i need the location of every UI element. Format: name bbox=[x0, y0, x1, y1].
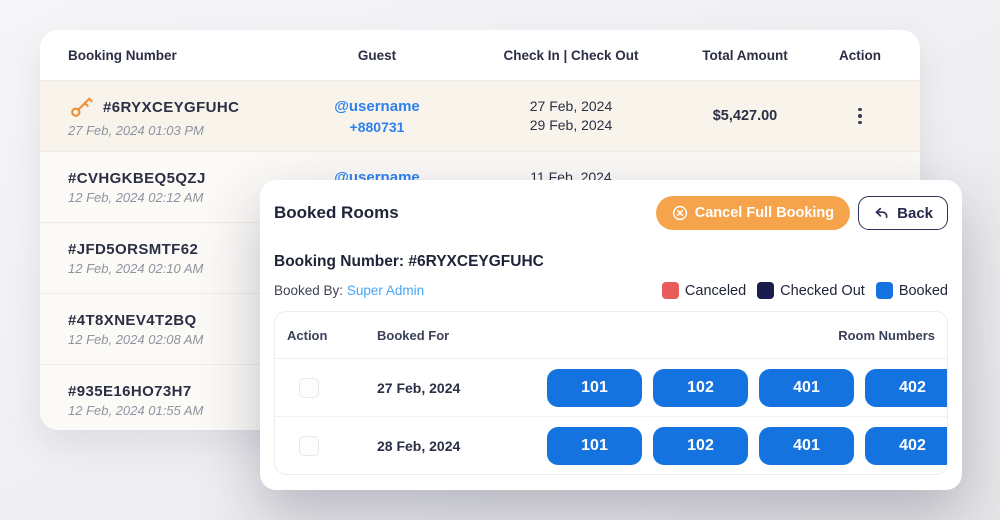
rooms-table-row: 27 Feb, 2024 101 102 401 402 bbox=[275, 359, 947, 416]
col-booking-number: Booking Number bbox=[40, 48, 302, 63]
booking-created-at: 12 Feb, 2024 02:10 AM bbox=[68, 261, 203, 276]
rooms-table-header: Action Booked For Room Numbers bbox=[275, 312, 947, 359]
modal-header: Booked Rooms Cancel Full Booking Back bbox=[274, 196, 948, 230]
modal-title: Booked Rooms bbox=[274, 203, 399, 223]
guest-phone-link[interactable]: +880731 bbox=[350, 119, 405, 135]
check-in-date: 27 Feb, 2024 bbox=[530, 97, 613, 116]
canceled-swatch bbox=[662, 282, 679, 299]
legend-item-checked-out: Checked Out bbox=[757, 282, 865, 299]
room-number-button[interactable]: 401 bbox=[759, 369, 854, 407]
booked-by-user-link[interactable]: Super Admin bbox=[347, 283, 424, 298]
booking-created-at: 12 Feb, 2024 02:08 AM bbox=[68, 332, 203, 347]
guest-cell: @username +880731 bbox=[302, 81, 452, 151]
booking-number-cell: #6RYXCEYGFUHC 27 Feb, 2024 01:03 PM bbox=[40, 81, 302, 151]
action-cell bbox=[800, 81, 920, 151]
booked-for-date: 27 Feb, 2024 bbox=[377, 380, 547, 396]
room-number-button[interactable]: 402 bbox=[865, 427, 948, 465]
room-number-button[interactable]: 101 bbox=[547, 427, 642, 465]
booking-created-at: 12 Feb, 2024 01:55 AM bbox=[68, 403, 203, 418]
page: Booking Number Guest Check In | Check Ou… bbox=[0, 0, 1000, 520]
rooms-table-row: 28 Feb, 2024 101 102 401 402 bbox=[275, 416, 947, 474]
booked-for-date: 28 Feb, 2024 bbox=[377, 438, 547, 454]
back-button-label: Back bbox=[897, 205, 933, 222]
booking-created-at: 27 Feb, 2024 01:03 PM bbox=[68, 123, 204, 138]
key-icon bbox=[68, 94, 94, 120]
back-arrow-icon bbox=[873, 205, 889, 221]
col-check-in-out: Check In | Check Out bbox=[452, 48, 690, 63]
col-action: Action bbox=[287, 328, 377, 343]
room-number-button[interactable]: 102 bbox=[653, 427, 748, 465]
checked-out-swatch bbox=[757, 282, 774, 299]
check-out-date: 29 Feb, 2024 bbox=[530, 116, 613, 135]
booking-number: #JFD5ORSMTF62 bbox=[68, 241, 198, 258]
legend-item-canceled: Canceled bbox=[662, 282, 746, 299]
cancel-full-booking-button[interactable]: Cancel Full Booking bbox=[656, 196, 850, 230]
col-action: Action bbox=[800, 48, 920, 63]
col-guest: Guest bbox=[302, 48, 452, 63]
legend-label: Booked bbox=[899, 283, 948, 299]
cancel-circle-x-icon bbox=[672, 205, 688, 221]
room-number-button[interactable]: 102 bbox=[653, 369, 748, 407]
row-checkbox[interactable] bbox=[299, 436, 319, 456]
back-button[interactable]: Back bbox=[858, 196, 948, 230]
legend-label: Checked Out bbox=[780, 283, 865, 299]
room-status-legend: Canceled Checked Out Booked bbox=[662, 282, 948, 299]
cancel-button-label: Cancel Full Booking bbox=[695, 205, 834, 221]
legend-item-booked: Booked bbox=[876, 282, 948, 299]
room-number-button[interactable]: 402 bbox=[865, 369, 948, 407]
guest-username-link[interactable]: @username bbox=[334, 98, 420, 115]
booking-created-at: 12 Feb, 2024 02:12 AM bbox=[68, 190, 203, 205]
col-room-numbers: Room Numbers bbox=[547, 328, 935, 343]
booking-number: #935E16HO73H7 bbox=[68, 383, 192, 400]
col-booked-for: Booked For bbox=[377, 328, 547, 343]
col-total-amount: Total Amount bbox=[690, 48, 800, 63]
legend-label: Canceled bbox=[685, 283, 746, 299]
total-amount-cell: $5,427.00 bbox=[690, 81, 800, 151]
booked-by-line: Booked By: Super Admin bbox=[274, 283, 424, 298]
booking-row[interactable]: #6RYXCEYGFUHC 27 Feb, 2024 01:03 PM @use… bbox=[40, 81, 920, 151]
booked-rooms-table: Action Booked For Room Numbers 27 Feb, 2… bbox=[274, 311, 948, 475]
modal-booking-number-line: Booking Number: #6RYXCEYGFUHC bbox=[274, 253, 948, 271]
room-number-button[interactable]: 401 bbox=[759, 427, 854, 465]
room-number-button[interactable]: 101 bbox=[547, 369, 642, 407]
booking-number: #4T8XNEV4T2BQ bbox=[68, 312, 197, 329]
booking-number-value: #6RYXCEYGFUHC bbox=[408, 253, 544, 270]
row-checkbox[interactable] bbox=[299, 378, 319, 398]
booking-number: #6RYXCEYGFUHC bbox=[103, 99, 239, 116]
booking-number: #CVHGKBEQ5QZJ bbox=[68, 170, 206, 187]
row-menu-kebab-icon[interactable] bbox=[854, 104, 866, 129]
bookings-table-header: Booking Number Guest Check In | Check Ou… bbox=[40, 30, 920, 81]
booked-by-label: Booked By: bbox=[274, 283, 343, 298]
booking-number-label: Booking Number: bbox=[274, 253, 404, 270]
check-in-out-cell: 27 Feb, 2024 29 Feb, 2024 bbox=[452, 81, 690, 151]
booked-rooms-modal: Booked Rooms Cancel Full Booking Back bbox=[260, 180, 962, 490]
booked-swatch bbox=[876, 282, 893, 299]
total-amount: $5,427.00 bbox=[713, 108, 778, 124]
